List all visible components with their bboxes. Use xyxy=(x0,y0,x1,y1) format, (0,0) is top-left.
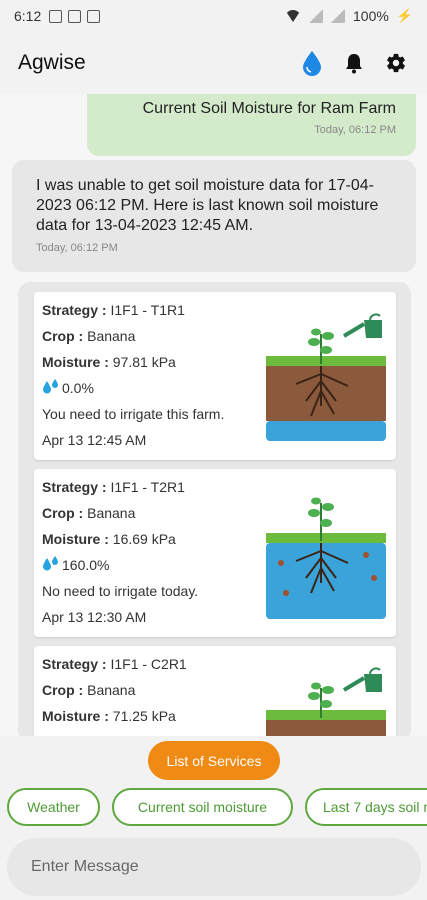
signal-icon xyxy=(331,9,345,23)
bell-icon[interactable] xyxy=(341,50,367,76)
water-drops-icon xyxy=(42,555,60,578)
dry-soil-watering-can-illustration xyxy=(266,313,386,441)
soil-moisture-card[interactable]: Strategy : I1F1 - C2R1 Crop : Banana Moi… xyxy=(34,646,396,736)
message-composer xyxy=(7,838,421,896)
soil-moisture-card[interactable]: Strategy : I1F1 - T2R1 Crop : Banana Moi… xyxy=(34,469,396,637)
strategy-label: Strategy : xyxy=(42,302,111,318)
strategy-label: Strategy : xyxy=(42,656,111,672)
strategy-label: Strategy : xyxy=(42,479,111,495)
moisture-label: Moisture : xyxy=(42,354,113,370)
strategy-value: I1F1 - T2R1 xyxy=(110,479,185,495)
status-bar: 6:12 100% ⚡ xyxy=(0,0,427,32)
wet-soil-illustration xyxy=(266,497,386,619)
water-drop-icon[interactable] xyxy=(299,50,325,76)
crop-value: Banana xyxy=(87,682,136,698)
message-text: Current Soil Moisture for Ram Farm xyxy=(142,100,396,117)
dry-soil-watering-can-illustration xyxy=(266,667,386,736)
water-drops-icon xyxy=(42,378,60,401)
app-bar: Agwise xyxy=(0,32,427,94)
shield-icon xyxy=(68,9,82,23)
crop-value: Banana xyxy=(87,328,136,344)
message-timestamp: Today, 06:12 PM xyxy=(314,124,396,136)
wifi-icon xyxy=(285,10,301,22)
battery-percent: 100% xyxy=(353,8,389,24)
moisture-percent: 160.0% xyxy=(62,557,110,573)
incoming-message: I was unable to get soil moisture data f… xyxy=(12,160,416,272)
soil-moisture-cards: Strategy : I1F1 - T1R1 Crop : Banana Moi… xyxy=(18,282,411,736)
chip-weather[interactable]: Weather xyxy=(7,788,100,826)
quick-replies: Weather Current soil moisture Last 7 day… xyxy=(0,788,427,828)
chat-area[interactable]: Current Soil Moisture for Ram Farm Today… xyxy=(0,94,427,736)
shield-icon xyxy=(87,9,101,23)
moisture-value: 97.81 kPa xyxy=(112,354,176,370)
message-input[interactable] xyxy=(31,858,397,876)
strategy-value: I1F1 - C2R1 xyxy=(110,656,187,672)
message-timestamp: Today, 06:12 PM xyxy=(36,242,118,254)
gear-icon[interactable] xyxy=(383,50,409,76)
message-text: I was unable to get soil moisture data f… xyxy=(36,177,379,234)
crop-label: Crop : xyxy=(42,505,88,521)
moisture-label: Moisture : xyxy=(42,708,113,724)
soil-moisture-card[interactable]: Strategy : I1F1 - T1R1 Crop : Banana Moi… xyxy=(34,292,396,460)
calendar-icon xyxy=(49,9,63,23)
moisture-label: Moisture : xyxy=(42,531,113,547)
status-time: 6:12 xyxy=(14,8,42,24)
outgoing-message: Current Soil Moisture for Ram Farm Today… xyxy=(87,94,416,156)
app-title: Agwise xyxy=(18,51,86,74)
crop-value: Banana xyxy=(87,505,136,521)
signal-icon xyxy=(309,9,323,23)
chip-last-7-days-soil-moisture[interactable]: Last 7 days soil moisture xyxy=(305,788,427,826)
crop-label: Crop : xyxy=(42,328,88,344)
charging-icon: ⚡ xyxy=(396,8,413,23)
moisture-percent: 0.0% xyxy=(62,380,94,396)
strategy-value: I1F1 - T1R1 xyxy=(110,302,185,318)
crop-label: Crop : xyxy=(42,682,88,698)
moisture-value: 71.25 kPa xyxy=(112,708,176,724)
moisture-value: 16.69 kPa xyxy=(112,531,176,547)
list-of-services-button[interactable]: List of Services xyxy=(148,741,280,780)
chip-current-soil-moisture[interactable]: Current soil moisture xyxy=(112,788,293,826)
